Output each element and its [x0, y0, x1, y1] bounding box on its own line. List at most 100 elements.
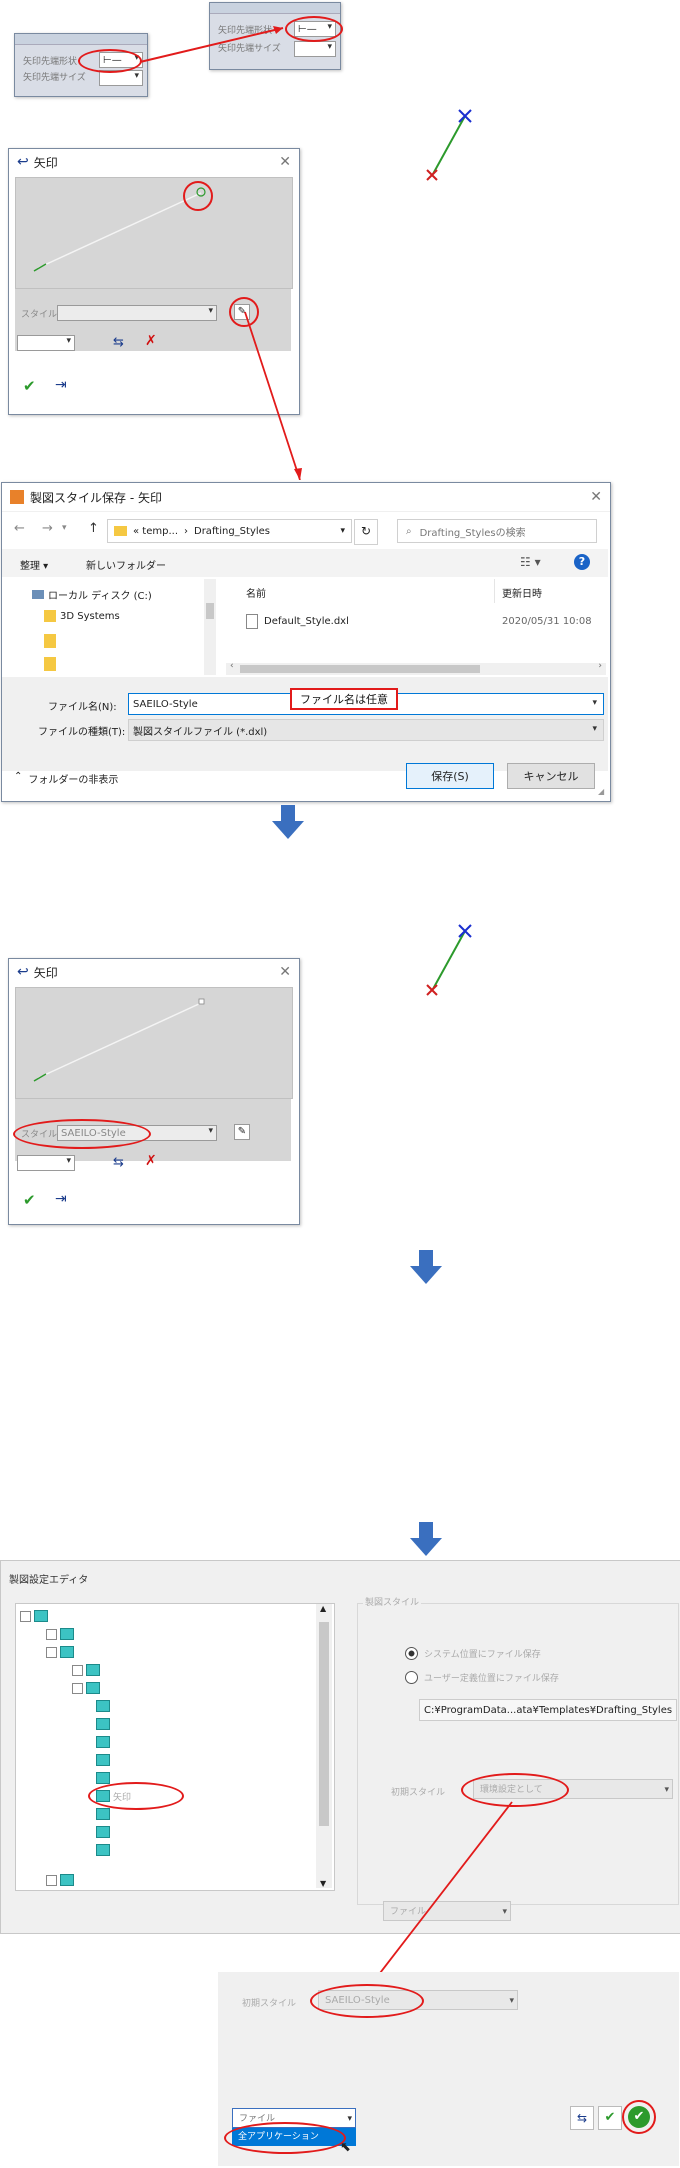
tree-leaf[interactable] — [96, 1752, 110, 1768]
column-date-header[interactable]: 更新日時 — [502, 585, 542, 600]
save-style-icon[interactable]: ✎ — [234, 1124, 250, 1140]
hide-folders-toggle[interactable]: ⌃ フォルダーの非表示 — [14, 771, 118, 786]
cube-icon — [60, 1646, 74, 1658]
cancel-button[interactable]: キャンセル — [507, 763, 595, 789]
tree-node[interactable] — [72, 1662, 100, 1678]
cube-icon — [86, 1682, 100, 1694]
breadcrumb-part-2[interactable]: Drafting_Styles — [194, 526, 270, 537]
cube-icon — [96, 1754, 110, 1766]
filename-label: ファイル名(N): — [48, 702, 117, 713]
help-icon[interactable]: ? — [574, 554, 590, 570]
layer-select-2[interactable]: ▾ — [17, 1155, 75, 1171]
file-list: 名前 更新日時 Default_Style.dxl 2020/05/31 10:… — [226, 579, 606, 675]
cube-icon — [96, 1700, 110, 1712]
arrow-icon: ↩ — [17, 154, 29, 170]
tree-item-3d-systems[interactable]: 3D Systems — [44, 610, 120, 622]
flow-arrow-down-1 — [272, 805, 304, 839]
chevron-up-icon: ⌃ — [14, 771, 23, 782]
checkbox[interactable] — [72, 1664, 83, 1676]
refresh-icon[interactable]: ↻ — [354, 519, 378, 545]
new-folder-button[interactable]: 新しいフォルダー — [86, 557, 166, 572]
resize-grip-icon[interactable]: ◢ — [598, 787, 604, 796]
column-name-header[interactable]: 名前 — [246, 585, 266, 600]
checkbox[interactable] — [72, 1682, 83, 1694]
back-icon[interactable]: ← — [14, 521, 25, 536]
drive-icon — [32, 590, 44, 599]
tree-node-root[interactable] — [20, 1608, 48, 1624]
up-icon[interactable]: ↑ — [88, 521, 99, 536]
folder-icon — [44, 610, 56, 622]
view-options-icon[interactable]: ☷ ▾ — [520, 555, 541, 569]
arrow-preview-pane-1 — [15, 177, 293, 289]
folder-icon — [114, 526, 127, 536]
cube-icon — [86, 1664, 100, 1676]
apply-check-icon[interactable]: ✔ — [598, 2106, 622, 2130]
address-bar[interactable]: « temp... › Drafting_Styles ▾ — [107, 519, 352, 543]
arrow-preview-pane-2 — [15, 987, 293, 1099]
search-input[interactable]: ⌕ Drafting_Stylesの検索 — [397, 519, 597, 543]
highlight-ring-style-2 — [13, 1119, 151, 1149]
swap-icon[interactable]: ⇆ — [113, 1155, 124, 1170]
checkbox[interactable] — [46, 1646, 57, 1658]
swap-icon[interactable]: ⇆ — [570, 2106, 594, 2130]
folder-icon — [44, 634, 56, 648]
tree-item-local-disk[interactable]: ローカル ディスク (C:) — [32, 587, 152, 602]
flow-arrow-down-2 — [410, 1250, 442, 1284]
arrow-dialog-1-title: 矢印 — [33, 155, 58, 170]
tree-leaf[interactable] — [96, 1734, 110, 1750]
path-field[interactable]: C:¥ProgramData...ata¥Templates¥Drafting_… — [419, 1699, 677, 1721]
tree-node[interactable] — [72, 1680, 100, 1696]
tree-node[interactable] — [46, 1626, 74, 1642]
chevron-down-icon: ▾ — [347, 2114, 352, 2124]
filetype-label: ファイルの種類(T): — [38, 727, 126, 738]
close-icon[interactable]: ✕ — [279, 154, 291, 170]
arrow-preview-glyph-1 — [426, 109, 472, 181]
chevron-down-icon: ▾ — [509, 1996, 514, 2006]
arrow-icon: ↩ — [17, 964, 29, 980]
cube-icon — [96, 1736, 110, 1748]
save-button[interactable]: 保存(S) — [406, 763, 494, 789]
close-icon[interactable]: ✕ — [590, 489, 602, 505]
file-name: Default_Style.dxl — [264, 616, 349, 627]
checkbox[interactable] — [20, 1610, 31, 1622]
tree-item-folder-b[interactable] — [44, 657, 56, 674]
delete-icon[interactable]: ✗ — [145, 1153, 157, 1169]
forward-icon[interactable]: → — [42, 521, 53, 536]
tree-item-folder-a[interactable] — [44, 634, 56, 651]
arrow-dialog-1-titlebar: ↩ 矢印 ✕ — [9, 149, 299, 175]
cube-icon — [96, 1772, 110, 1784]
settings-editor-title: 製図設定エディタ — [9, 1575, 89, 1586]
file-icon — [246, 614, 258, 629]
filename-annotation: ファイル名は任意 — [290, 688, 398, 710]
radio-empty-icon — [405, 1671, 418, 1684]
organize-button[interactable]: 整理 ▾ — [20, 557, 48, 572]
chevron-down-icon: ▾ — [592, 698, 597, 708]
tree-leaf[interactable] — [96, 1716, 110, 1732]
arrow-dialog-2-titlebar: ↩ 矢印 ✕ — [9, 959, 299, 985]
flow-arrow-down-3 — [410, 1522, 442, 1556]
file-date: 2020/05/31 10:08 — [502, 616, 592, 627]
highlight-ring-initial-style-2 — [310, 1984, 424, 2018]
chevron-down-icon[interactable]: ▾ — [340, 526, 345, 536]
radio-system-location[interactable]: システム位置にファイル保存 — [405, 1647, 541, 1660]
tree-node[interactable] — [46, 1644, 74, 1660]
radio-user-location[interactable]: ユーザー定義位置にファイル保存 — [405, 1671, 559, 1684]
exit-icon[interactable]: ⇥ — [55, 1191, 67, 1207]
history-dropdown-icon[interactable]: ▾ — [62, 523, 67, 533]
close-icon[interactable]: ✕ — [279, 964, 291, 980]
cube-icon — [34, 1610, 48, 1622]
checkbox[interactable] — [46, 1628, 57, 1640]
ok-check-icon[interactable]: ✔ — [23, 1191, 36, 1209]
tree-scrollbar[interactable] — [204, 579, 216, 675]
connector-arrow-2 — [244, 311, 302, 480]
filetype-select[interactable]: 製図スタイルファイル (*.dxl) ▾ — [128, 719, 604, 741]
mouse-cursor-icon: ⬉ — [340, 2140, 351, 2155]
breadcrumb-part-1[interactable]: « temp... — [133, 526, 178, 537]
arrow-dialog-2: ↩ 矢印 ✕ スタイル SAEILO-Style ▾ ✎ ▾ ⇆ ✗ ✔ ⇥ — [8, 958, 300, 1225]
breadcrumb-separator-icon: › — [184, 525, 188, 537]
tree-leaf[interactable] — [96, 1698, 110, 1714]
file-row[interactable]: Default_Style.dxl — [246, 614, 349, 629]
chevron-down-icon: ▾ — [66, 1156, 71, 1166]
horizontal-scrollbar[interactable]: ‹ › — [226, 661, 606, 675]
initial-style-label-2: 初期スタイル — [242, 1999, 297, 2009]
